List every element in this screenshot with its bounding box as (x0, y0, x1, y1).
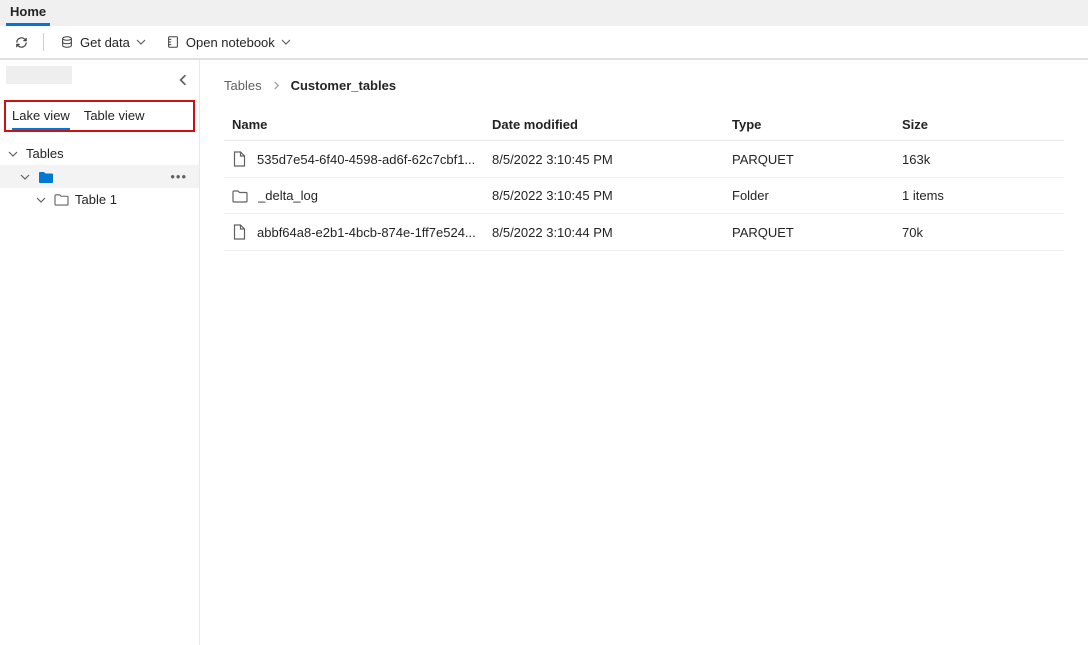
top-tab-bar: Home (0, 0, 1088, 26)
tab-lake-view[interactable]: Lake view (6, 102, 78, 130)
sidebar-header (0, 66, 199, 96)
file-date: 8/5/2022 3:10:45 PM (492, 188, 732, 203)
file-type: PARQUET (732, 152, 902, 167)
main-area: Tables Customer_tables Name Date modifie… (200, 60, 1088, 645)
file-size: 70k (902, 225, 1056, 240)
chevron-down-icon (136, 37, 146, 47)
table-row[interactable]: 535d7e54-6f40-4598-ad6f-62c7cbf1... 8/5/2… (224, 141, 1064, 178)
view-tabs-highlight: Lake view Table view (4, 100, 195, 132)
col-header-type[interactable]: Type (732, 117, 902, 132)
content: Lake view Table view Tables ••• (0, 60, 1088, 645)
chevron-down-icon (36, 195, 48, 205)
refresh-icon[interactable] (10, 31, 33, 54)
file-date: 8/5/2022 3:10:44 PM (492, 225, 732, 240)
folder-filled-icon (38, 170, 54, 184)
collapse-sidebar-icon[interactable] (177, 74, 189, 86)
get-data-label: Get data (80, 35, 130, 50)
tab-table-view[interactable]: Table view (78, 102, 153, 130)
tab-home[interactable]: Home (6, 0, 50, 26)
breadcrumb-current: Customer_tables (291, 78, 396, 93)
file-name: 535d7e54-6f40-4598-ad6f-62c7cbf1... (257, 152, 475, 167)
tree-leaf-table1[interactable]: Table 1 (0, 188, 199, 211)
sidebar: Lake view Table view Tables ••• (0, 60, 200, 645)
col-header-size[interactable]: Size (902, 117, 1056, 132)
file-type: PARQUET (732, 225, 902, 240)
breadcrumb: Tables Customer_tables (224, 78, 1064, 93)
notebook-icon (166, 35, 180, 49)
file-size: 163k (902, 152, 1056, 167)
tree: Tables ••• Table 1 (0, 136, 199, 217)
chevron-right-icon (272, 81, 281, 90)
tree-folder-selected[interactable]: ••• (0, 165, 199, 188)
database-icon (60, 35, 74, 49)
tree-leaf-label: Table 1 (75, 192, 117, 207)
file-table-header: Name Date modified Type Size (224, 109, 1064, 141)
chevron-down-icon (8, 149, 20, 159)
col-header-name[interactable]: Name (232, 117, 492, 132)
file-table: Name Date modified Type Size 535d7e54-6f… (224, 109, 1064, 251)
file-icon (232, 151, 247, 167)
file-name: _delta_log (258, 188, 318, 203)
toolbar-divider (43, 33, 44, 51)
table-row[interactable]: abbf64a8-e2b1-4bcb-874e-1ff7e524... 8/5/2… (224, 214, 1064, 251)
file-size: 1 items (902, 188, 1056, 203)
table-row[interactable]: _delta_log 8/5/2022 3:10:45 PMFolder1 ite… (224, 178, 1064, 214)
folder-icon (232, 189, 248, 203)
col-header-date[interactable]: Date modified (492, 117, 732, 132)
chevron-down-icon (20, 172, 32, 182)
sidebar-title-placeholder (6, 66, 72, 84)
more-icon[interactable]: ••• (170, 169, 191, 184)
file-name: abbf64a8-e2b1-4bcb-874e-1ff7e524... (257, 225, 476, 240)
file-date: 8/5/2022 3:10:45 PM (492, 152, 732, 167)
chevron-down-icon (281, 37, 291, 47)
file-type: Folder (732, 188, 902, 203)
get-data-button[interactable]: Get data (54, 31, 152, 54)
tree-root-label: Tables (26, 146, 64, 161)
toolbar: Get data Open notebook (0, 26, 1088, 60)
tree-root-tables[interactable]: Tables (0, 142, 199, 165)
open-notebook-button[interactable]: Open notebook (160, 31, 297, 54)
open-notebook-label: Open notebook (186, 35, 275, 50)
breadcrumb-root[interactable]: Tables (224, 78, 262, 93)
folder-outline-icon (54, 193, 69, 206)
file-icon (232, 224, 247, 240)
